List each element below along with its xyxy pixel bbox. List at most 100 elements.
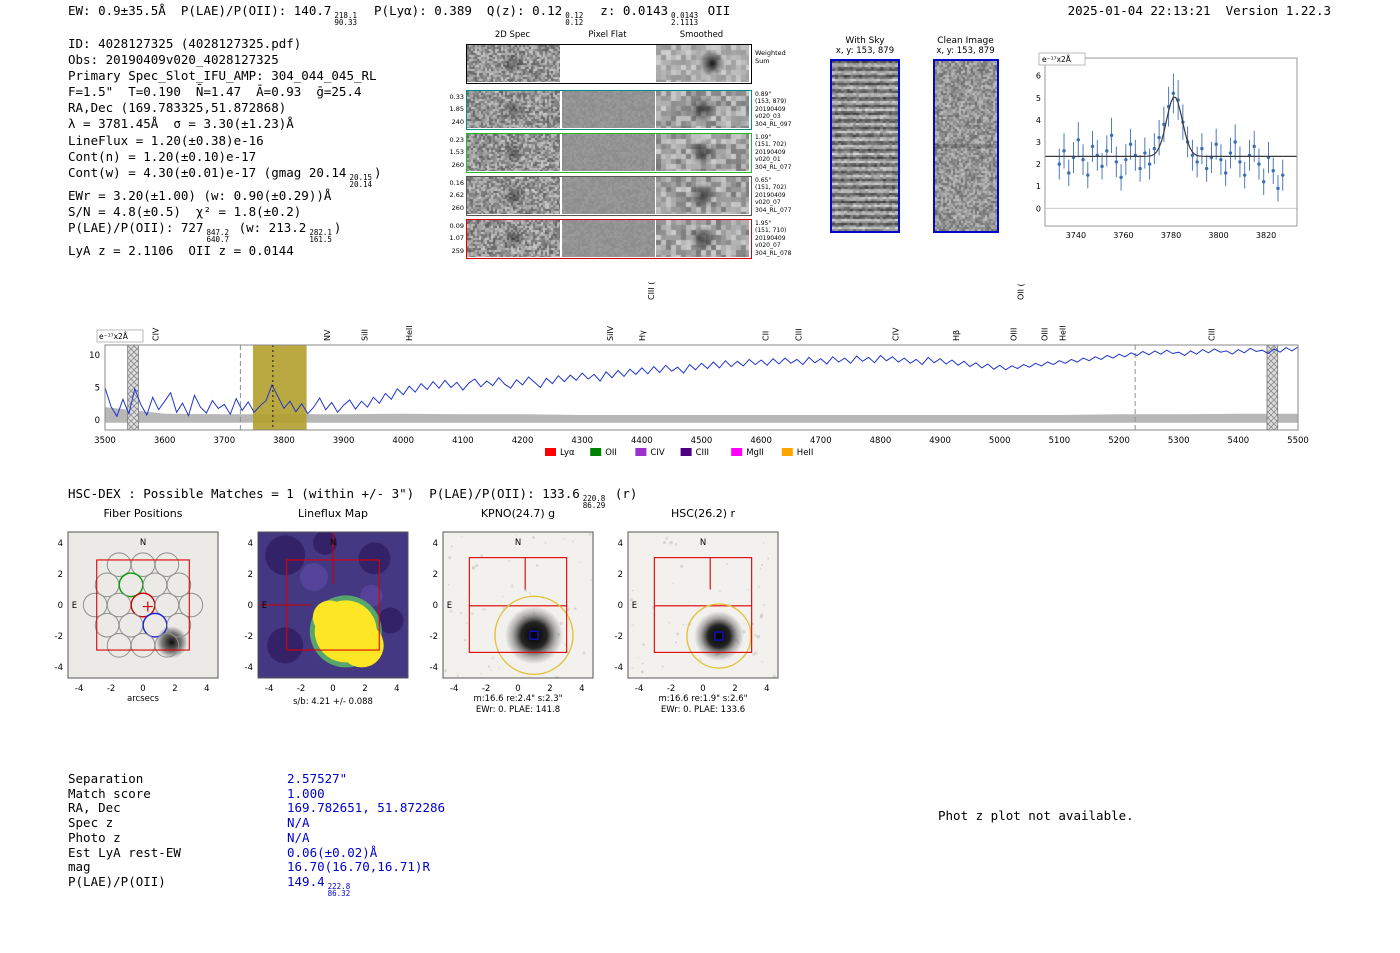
svg-text:2: 2 — [547, 684, 552, 694]
stacked-uncertainty: 0.12 0.12 — [565, 11, 584, 27]
svg-text:4600: 4600 — [750, 436, 772, 446]
svg-text:N: N — [330, 538, 336, 548]
row-label: Match score — [68, 785, 151, 801]
svg-text:-4: -4 — [55, 663, 63, 673]
svg-text:OIII: OIII — [1040, 328, 1049, 341]
info-line: Obs: 20190409v020_4028127325 — [68, 52, 382, 68]
svg-text:5100: 5100 — [1049, 436, 1071, 446]
row-label: Separation — [68, 771, 144, 786]
table-row: Separation 2.57527" — [68, 771, 445, 787]
fiber-positions-plot: N E -4 -4 -2 -2 0 0 2 2 4 4 — [55, 531, 219, 694]
fiber-xlabel: arcsecs — [127, 694, 159, 704]
hsc-r-cutout: N E -4 -4 -2 -2 0 0 2 2 4 4 — [615, 531, 779, 694]
text-segment: RA,Dec (169.783325,51.872868) — [68, 100, 287, 116]
lineflux-map-plot: N E -4 -4 -2 -2 0 0 2 2 4 4 — [245, 531, 409, 694]
svg-text:2: 2 — [58, 570, 63, 580]
svg-text:3780: 3780 — [1161, 231, 1181, 240]
summary-header-line: EW: 0.9±35.5Å P(LAE)/P(OII): 140.7 218.1 9… — [68, 3, 730, 26]
svg-text:4000: 4000 — [392, 436, 414, 446]
svg-text:3900: 3900 — [333, 436, 355, 446]
timestamp-version: 2025-01-04 22:13:21 Version 1.22.3 — [1067, 3, 1331, 18]
stacked-uncertainty: 20.15 20.14 — [349, 172, 373, 189]
hsc-dex-match-line: HSC-DEX : Possible Matches = 1 (within +… — [68, 486, 637, 509]
svg-text:4: 4 — [1036, 116, 1041, 125]
info-line: λ = 3781.45Å σ = 3.30(±1.23)Å — [68, 116, 382, 132]
text-segment: N/A — [287, 815, 310, 831]
svg-text:3500: 3500 — [94, 436, 116, 446]
strip-scale-labels: 0.23 1.53 260 — [449, 136, 464, 169]
strip-source-labels: 0.89" (153, 879) 20190409 v020_03 304_RL_097 — [755, 91, 792, 128]
svg-text:3800: 3800 — [1208, 231, 1228, 240]
svg-text:3800: 3800 — [273, 436, 295, 446]
svg-text:-4: -4 — [75, 684, 83, 694]
spec2d-smoothed-strip — [656, 91, 749, 128]
svg-text:0: 0 — [248, 601, 253, 611]
svg-text:4: 4 — [618, 539, 623, 549]
svg-text:N: N — [515, 538, 521, 548]
info-line: Cont(w) = 4.30(±0.01)e-17 (gmag 20.14 20.… — [68, 165, 382, 188]
svg-text:2: 2 — [1036, 160, 1041, 169]
svg-text:2: 2 — [618, 570, 623, 580]
svg-text:0: 0 — [433, 601, 438, 611]
info-line: F=1.5" T=0.190 N̄=1.47 Ā=0.93 ḡ=25.4 — [68, 84, 382, 100]
text-segment: Obs: 20190409v020_4028127325 — [68, 52, 279, 68]
table-row: Photo z N/A — [68, 830, 445, 846]
strip-source-labels: 1.09" (151, 702) 20190409 v020_01 304_RL_077 — [755, 134, 792, 171]
svg-text:HeII: HeII — [405, 325, 414, 341]
spec2d-2d-strip — [467, 220, 560, 257]
with-sky-coords: x, y: 153, 879 — [835, 46, 895, 56]
svg-text:CIII: CIII — [696, 448, 709, 458]
text-segment: z: 0.0143 — [585, 3, 669, 18]
text-segment: ) — [374, 164, 382, 180]
svg-text:10: 10 — [89, 351, 100, 361]
table-row: Match score 1.000 — [68, 785, 445, 802]
row-value: 16.70(16.70,16.71)R — [287, 859, 430, 874]
stacked-uncertainty: 222.8 86.32 — [327, 881, 351, 898]
svg-text:3700: 3700 — [213, 436, 235, 446]
svg-text:-2: -2 — [667, 684, 675, 694]
spec2d-2d-strip — [467, 45, 560, 82]
svg-text:-4: -4 — [450, 684, 458, 694]
stacked-uncertainty: 847.2 640.7 — [206, 227, 230, 244]
svg-text:E: E — [72, 601, 77, 611]
svg-text:4: 4 — [248, 539, 253, 549]
svg-text:5: 5 — [95, 384, 100, 394]
svg-text:4: 4 — [579, 684, 584, 694]
svg-text:2: 2 — [433, 570, 438, 580]
hsc-plae-caption: EWr: 0. PLAE: 133.6 — [660, 705, 746, 715]
text-segment: HSC-DEX : Possible Matches = 1 (within +… — [68, 486, 580, 501]
info-line: Primary Spec_Slot_IFU_AMP: 304_044_045_R… — [68, 68, 382, 84]
svg-text:4800: 4800 — [870, 436, 892, 446]
svg-text:5500: 5500 — [1287, 436, 1309, 446]
svg-text:-4: -4 — [615, 663, 623, 673]
text-segment: (r) — [607, 486, 638, 501]
strip-source-labels: 0.65" (151, 702) 20190409 v020_07 304_RL_077 — [755, 177, 792, 214]
svg-text:SiII: SiII — [360, 329, 369, 341]
with-sky-image — [830, 59, 900, 233]
text-segment: 0.06(±0.02)Å — [287, 844, 378, 860]
svg-text:1: 1 — [1036, 182, 1041, 191]
text-segment: F=1.5" T=0.190 N̄=1.47 Ā=0.93 ḡ=25.4 — [68, 84, 362, 100]
detection-info-block: ID: 4028127325 (4028127325.pdf) Obs: 2019… — [68, 36, 382, 259]
text-segment: λ = 3781.45Å σ = 3.30(±1.23)Å — [68, 116, 294, 132]
text-segment: LineFlux = 1.20(±0.38)e-16 — [68, 132, 264, 148]
svg-text:5: 5 — [1036, 94, 1041, 103]
table-row: RA, Dec 169.782651, 51.872286 — [68, 801, 445, 816]
svg-text:5300: 5300 — [1168, 436, 1190, 446]
spec2d-row: 0.16 2.62 260 0.65" (151, 702) 20190409 v020_0… — [450, 176, 791, 216]
svg-text:5000: 5000 — [989, 436, 1011, 446]
text-segment: 16.70(16.70,16.71)R — [287, 859, 430, 875]
svg-text:Lyα: Lyα — [560, 448, 575, 458]
svg-text:MgII: MgII — [746, 448, 764, 458]
text-segment: Cont(w) = 4.30(±0.01)e-17 (gmag 20.14 — [68, 164, 347, 180]
text-segment: S/N = 4.8(±0.5) χ² = 1.8(±0.2) — [68, 203, 302, 219]
svg-text:CIII: CIII — [1207, 328, 1216, 341]
svg-text:-4: -4 — [265, 684, 273, 694]
with-sky-title: With Sky — [845, 36, 885, 46]
svg-text:CIV: CIV — [650, 448, 664, 458]
spec2d-2d-strip — [467, 177, 560, 214]
spec2d-2d-strip — [467, 134, 560, 171]
info-line: LyA z = 2.1106 OII z = 0.0144 — [68, 243, 382, 259]
svg-text:0: 0 — [58, 601, 63, 611]
text-segment: 2.57527" — [287, 771, 348, 786]
